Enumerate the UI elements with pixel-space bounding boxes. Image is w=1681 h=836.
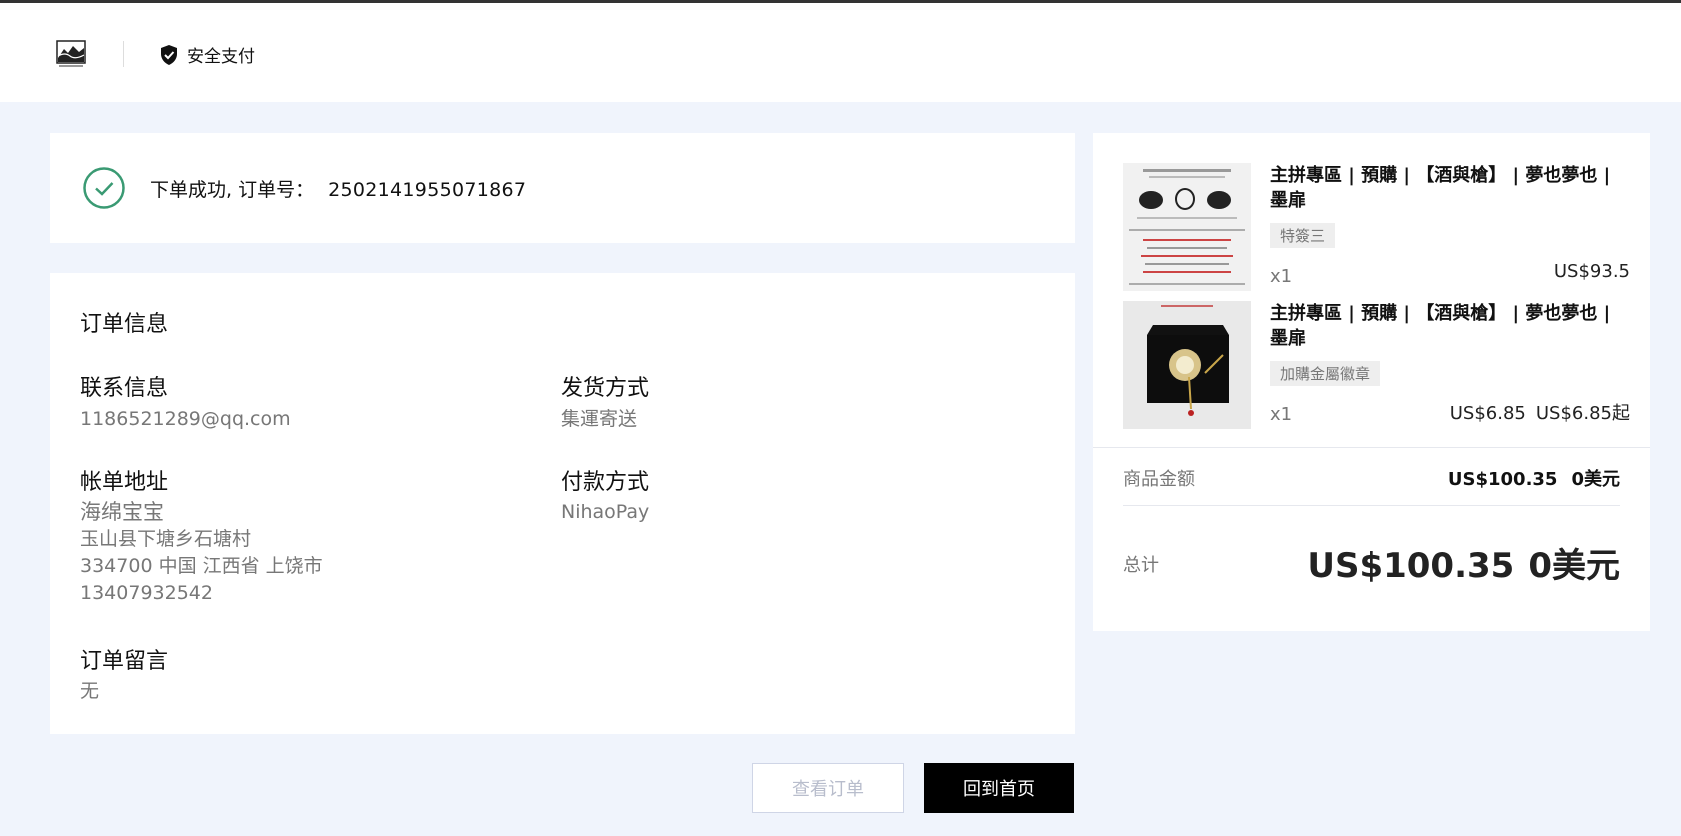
view-orders-button[interactable]: 查看订单 (752, 763, 904, 813)
product-price: US$93.5 (1554, 261, 1630, 282)
product-price-value: US$93.5 (1553, 261, 1630, 282)
secure-payment-label: 安全支付 (187, 47, 255, 67)
payment-heading: 付款方式 (561, 470, 650, 495)
note-heading: 订单留言 (80, 649, 169, 674)
shipping-heading: 发货方式 (561, 376, 650, 401)
product-price: US$6.85 US$6.85起 (1450, 399, 1630, 425)
header: 安全支付 (0, 3, 1681, 102)
summary-divider (1093, 447, 1650, 448)
order-success-card: 下单成功, 订单号： 2502141955071867 (50, 133, 1075, 243)
product-variant-tag: 加購金屬徽章 (1270, 361, 1381, 386)
shipping-value: 集運寄送 (561, 408, 638, 430)
contact-heading: 联系信息 (80, 376, 169, 401)
total-value: US$100.35 0美元 (1307, 538, 1620, 587)
product-image[interactable] (1123, 301, 1251, 429)
billing-line2: 334700 中国 江西省 上饶市 (80, 555, 323, 577)
order-number: 2502141955071867 (328, 179, 527, 201)
product-title[interactable]: 主拼專區 | 預購 | 【酒與槍】 | 夢也夢也 | 墨扉 (1270, 163, 1630, 213)
order-success-message: 下单成功, 订单号： 2502141955071867 (150, 175, 526, 202)
mountain-logo-icon[interactable] (56, 40, 86, 69)
billing-line1: 玉山县下塘乡石塘村 (80, 528, 252, 550)
total-alt-amount: 0美元 (1528, 546, 1620, 586)
order-summary-card: 主拼專區 | 預購 | 【酒與槍】 | 夢也夢也 | 墨扉 特簽三 x1 US$… (1093, 133, 1650, 631)
check-circle-icon (83, 167, 125, 209)
product-variant-tag: 特簽三 (1270, 223, 1336, 248)
payment-value: NihaoPay (561, 501, 650, 523)
billing-heading: 帐单地址 (80, 470, 169, 495)
subtotal-alt-amount: 0美元 (1571, 469, 1620, 490)
product-price-value: US$6.85 (1449, 403, 1526, 424)
product-price-extra: US$6.85起 (1535, 403, 1630, 424)
shield-check-icon (159, 44, 179, 66)
order-info-title: 订单信息 (80, 312, 169, 337)
total-amount: US$100.35 (1307, 546, 1515, 586)
secure-payment: 安全支付 (159, 42, 255, 67)
header-divider (123, 41, 124, 67)
subtotal-amount: US$100.35 (1447, 469, 1558, 490)
product-quantity: x1 (1270, 404, 1293, 425)
note-value: 无 (80, 680, 100, 702)
subtotal-label: 商品金额 (1123, 469, 1195, 490)
total-label: 总计 (1123, 555, 1159, 576)
billing-phone: 13407932542 (80, 582, 213, 604)
order-info-card: 订单信息 联系信息 1186521289@qq.com 发货方式 集運寄送 帐单… (50, 273, 1075, 734)
billing-address: 海绵宝宝 玉山县下塘乡石塘村 334700 中国 江西省 上饶市 1340793… (80, 499, 323, 607)
back-home-button[interactable]: 回到首页 (924, 763, 1074, 813)
subtotal-divider (1123, 505, 1620, 506)
product-quantity: x1 (1270, 266, 1293, 287)
contact-value: 1186521289@qq.com (80, 408, 291, 430)
product-item[interactable]: 主拼專區 | 預購 | 【酒與槍】 | 夢也夢也 | 墨扉 加購金屬徽章 x1 … (1123, 301, 1630, 429)
order-success-label: 下单成功, 订单号： (150, 179, 315, 201)
billing-name: 海绵宝宝 (80, 500, 164, 524)
subtotal-value: US$100.35 0美元 (1448, 465, 1620, 491)
product-item[interactable]: 主拼專區 | 預購 | 【酒與槍】 | 夢也夢也 | 墨扉 特簽三 x1 US$… (1123, 163, 1630, 291)
product-title[interactable]: 主拼專區 | 預購 | 【酒與槍】 | 夢也夢也 | 墨扉 (1270, 301, 1630, 351)
product-image[interactable] (1123, 163, 1251, 291)
